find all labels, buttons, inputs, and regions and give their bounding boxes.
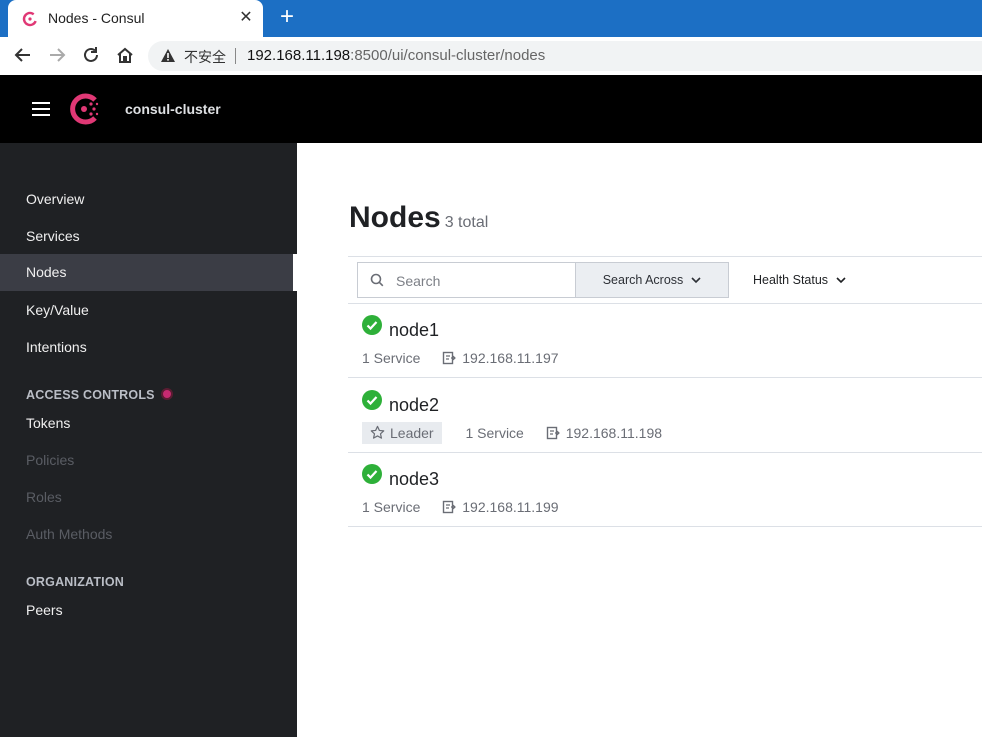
address-bar[interactable]: 不安全 192.168.11.198:8500/ui/consul-cluste… — [148, 41, 982, 71]
list-item[interactable]: node2 Leader 1 Service 192.168.11.198 — [348, 378, 982, 453]
address-icon — [546, 426, 560, 440]
health-passing-icon — [362, 315, 382, 335]
node-address-text: 192.168.11.199 — [462, 499, 559, 515]
url-path: :8500/ui/consul-cluster/nodes — [350, 47, 546, 64]
chevron-down-icon — [836, 277, 846, 284]
home-icon[interactable] — [114, 44, 136, 66]
sidebar-item-nodes[interactable]: Nodes — [0, 254, 297, 291]
address-separator — [235, 48, 236, 64]
service-count: 1 Service — [362, 350, 421, 366]
node-meta: Leader 1 Service 192.168.11.198 — [362, 422, 662, 444]
health-status-label: Health Status — [753, 273, 829, 287]
reload-icon[interactable] — [80, 44, 102, 66]
health-status-dropdown[interactable]: Health Status — [753, 262, 846, 298]
search-across-label: Search Across — [602, 273, 684, 287]
filter-bar: Search Across Health Status — [348, 256, 982, 304]
node-address-text: 192.168.11.198 — [565, 425, 663, 441]
search-input[interactable] — [394, 269, 568, 293]
search-icon — [370, 273, 384, 287]
url-text: 192.168.11.198:8500/ui/consul-cluster/no… — [247, 47, 545, 64]
consul-logo-icon[interactable] — [67, 92, 101, 126]
list-item[interactable]: node3 1 Service 192.168.11.199 — [348, 452, 982, 527]
star-icon — [370, 425, 385, 439]
organization-heading: ORGANIZATION — [26, 575, 124, 589]
leader-label: Leader — [390, 425, 434, 441]
address-icon — [443, 500, 457, 514]
node-meta: 1 Service 192.168.11.197 — [362, 347, 559, 369]
sidebar-item-key-value[interactable]: Key/Value — [0, 292, 297, 329]
tab-close-icon[interactable]: ✕ — [236, 8, 256, 28]
search-box[interactable] — [357, 262, 575, 298]
sidebar-item-peers[interactable]: Peers — [0, 592, 297, 629]
node-address: 192.168.11.198 — [546, 422, 662, 444]
node-name[interactable]: node3 — [389, 469, 439, 490]
browser-toolbar: 不安全 192.168.11.198:8500/ui/consul-cluste… — [0, 37, 982, 76]
browser-tabstrip: Nodes - Consul ✕ + — [0, 0, 982, 37]
app-header: consul-cluster — [0, 75, 982, 143]
browser-tab[interactable]: Nodes - Consul ✕ — [8, 0, 263, 37]
node-address: 192.168.11.199 — [442, 496, 559, 518]
sidebar-item-auth-methods: Auth Methods — [26, 526, 113, 542]
chevron-down-icon — [691, 277, 701, 284]
back-arrow-icon[interactable] — [12, 44, 34, 66]
main-content: Nodes3 total Search Across Health Status… — [297, 143, 982, 737]
node-address-text: 192.168.11.197 — [462, 350, 559, 366]
menu-icon[interactable] — [32, 102, 50, 116]
new-tab-button[interactable]: + — [276, 5, 298, 29]
node-meta: 1 Service 192.168.11.199 — [362, 496, 559, 518]
node-address: 192.168.11.197 — [442, 347, 559, 369]
sidebar-item-services[interactable]: Services — [0, 218, 297, 255]
leader-badge: Leader — [362, 422, 442, 444]
warning-icon — [161, 49, 175, 62]
status-dot-icon — [160, 388, 173, 400]
url-host: 192.168.11.198 — [247, 47, 351, 64]
sidebar-item-roles: Roles — [26, 489, 62, 505]
search-across-dropdown[interactable]: Search Across — [575, 262, 729, 298]
access-controls-label: ACCESS CONTROLS — [26, 388, 155, 402]
sidebar-item-tokens[interactable]: Tokens — [0, 405, 297, 442]
address-icon — [443, 351, 457, 365]
access-controls-heading: ACCESS CONTROLS — [26, 388, 173, 402]
consul-favicon-icon — [22, 11, 38, 27]
sidebar-item-policies: Policies — [26, 452, 75, 468]
page-title: Nodes 3 total — [349, 201, 488, 235]
tab-title: Nodes - Consul — [48, 10, 145, 26]
node-name[interactable]: node1 — [389, 320, 439, 341]
sidebar-item-overview[interactable]: Overview — [0, 181, 297, 218]
sidebar-item-intentions[interactable]: Intentions — [0, 329, 297, 366]
service-count: 1 Service — [362, 499, 421, 515]
list-item[interactable]: node1 1 Service 192.168.11.197 — [348, 303, 982, 378]
node-name[interactable]: node2 — [389, 395, 439, 416]
health-passing-icon — [362, 390, 382, 410]
service-count: 1 Service — [465, 425, 524, 441]
page-title-text: Nodes — [349, 201, 441, 234]
node-count: 3 total — [444, 214, 489, 231]
insecure-label: 不安全 — [184, 49, 226, 65]
health-passing-icon — [362, 464, 382, 484]
datacenter-name[interactable]: consul-cluster — [125, 101, 221, 117]
forward-arrow-icon[interactable] — [46, 44, 68, 66]
